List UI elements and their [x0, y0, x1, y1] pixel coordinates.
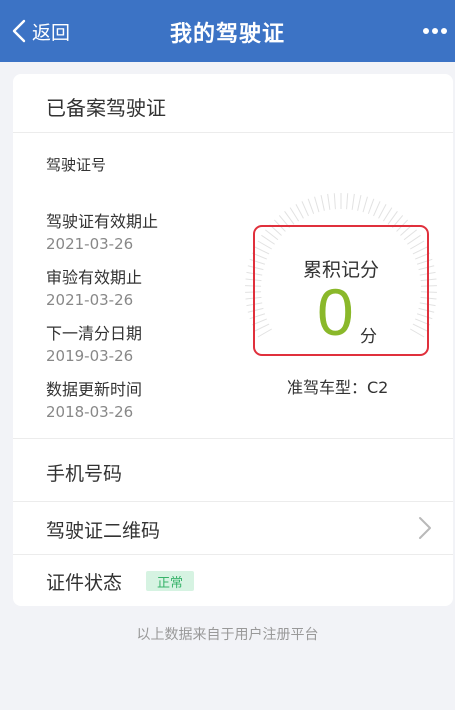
navigation-bar: 返回 我的驾驶证 — [0, 0, 455, 62]
status-badge: 正常 — [146, 571, 194, 591]
points-box: 累积记分 0 分 — [253, 225, 429, 356]
more-dots-icon[interactable] — [417, 18, 453, 44]
field-label-license-expiry: 驾驶证有效期止 — [46, 212, 159, 231]
status-label: 证件状态 — [46, 572, 123, 594]
gauge-tick — [284, 211, 295, 225]
points-unit: 分 — [360, 327, 377, 347]
gauge-tick — [301, 201, 309, 217]
field-label-review-expiry: 审验有效期止 — [46, 268, 143, 287]
divider — [13, 132, 453, 133]
field-value-data-update-time: 2018-03-26 — [46, 403, 134, 421]
qr-code-label: 驾驶证二维码 — [46, 520, 161, 542]
field-value-next-clear-date: 2019-03-26 — [46, 347, 134, 365]
gauge-tick — [346, 193, 349, 210]
field-label-data-update-time: 数据更新时间 — [46, 380, 143, 399]
gauge-tick — [289, 207, 300, 222]
gauge-tick — [333, 193, 336, 210]
gauge-tick — [357, 194, 362, 211]
gauge-tick — [367, 198, 375, 214]
gauge-tick — [314, 196, 320, 213]
field-value-review-expiry: 2021-03-26 — [46, 291, 134, 309]
card-title: 已备案驾驶证 — [46, 96, 166, 120]
gauge-tick — [362, 196, 368, 213]
points-value: 0 — [317, 275, 354, 349]
gauge-tick — [378, 204, 387, 219]
gauge-tick — [382, 207, 393, 222]
phone-label: 手机号码 — [46, 463, 123, 485]
gauge-tick — [295, 204, 304, 219]
license-number-label: 驾驶证号 — [46, 156, 107, 174]
gauge-tick — [307, 198, 315, 214]
divider — [13, 554, 453, 555]
page-title: 我的驾驶证 — [169, 22, 285, 47]
phone-row[interactable]: 手机号码 — [13, 439, 453, 501]
gauge-tick — [327, 193, 331, 210]
field-label-next-clear-date: 下一清分日期 — [46, 324, 143, 343]
field-value-license-expiry: 2021-03-26 — [46, 235, 134, 253]
gauge-tick — [351, 193, 355, 210]
gauge-tick — [387, 211, 398, 225]
license-card: 已备案驾驶证 驾驶证号 驾驶证有效期止 2021-03-26 审验有效期止 20… — [13, 74, 453, 606]
chevron-right-icon — [417, 515, 433, 541]
qr-code-row[interactable]: 驾驶证二维码 — [13, 502, 453, 554]
license-type: 准驾车型：C2 — [287, 378, 389, 397]
footer-note: 以上数据来自于用户注册平台 — [136, 627, 319, 643]
gauge-tick — [320, 194, 325, 211]
gauge-tick — [373, 201, 381, 217]
